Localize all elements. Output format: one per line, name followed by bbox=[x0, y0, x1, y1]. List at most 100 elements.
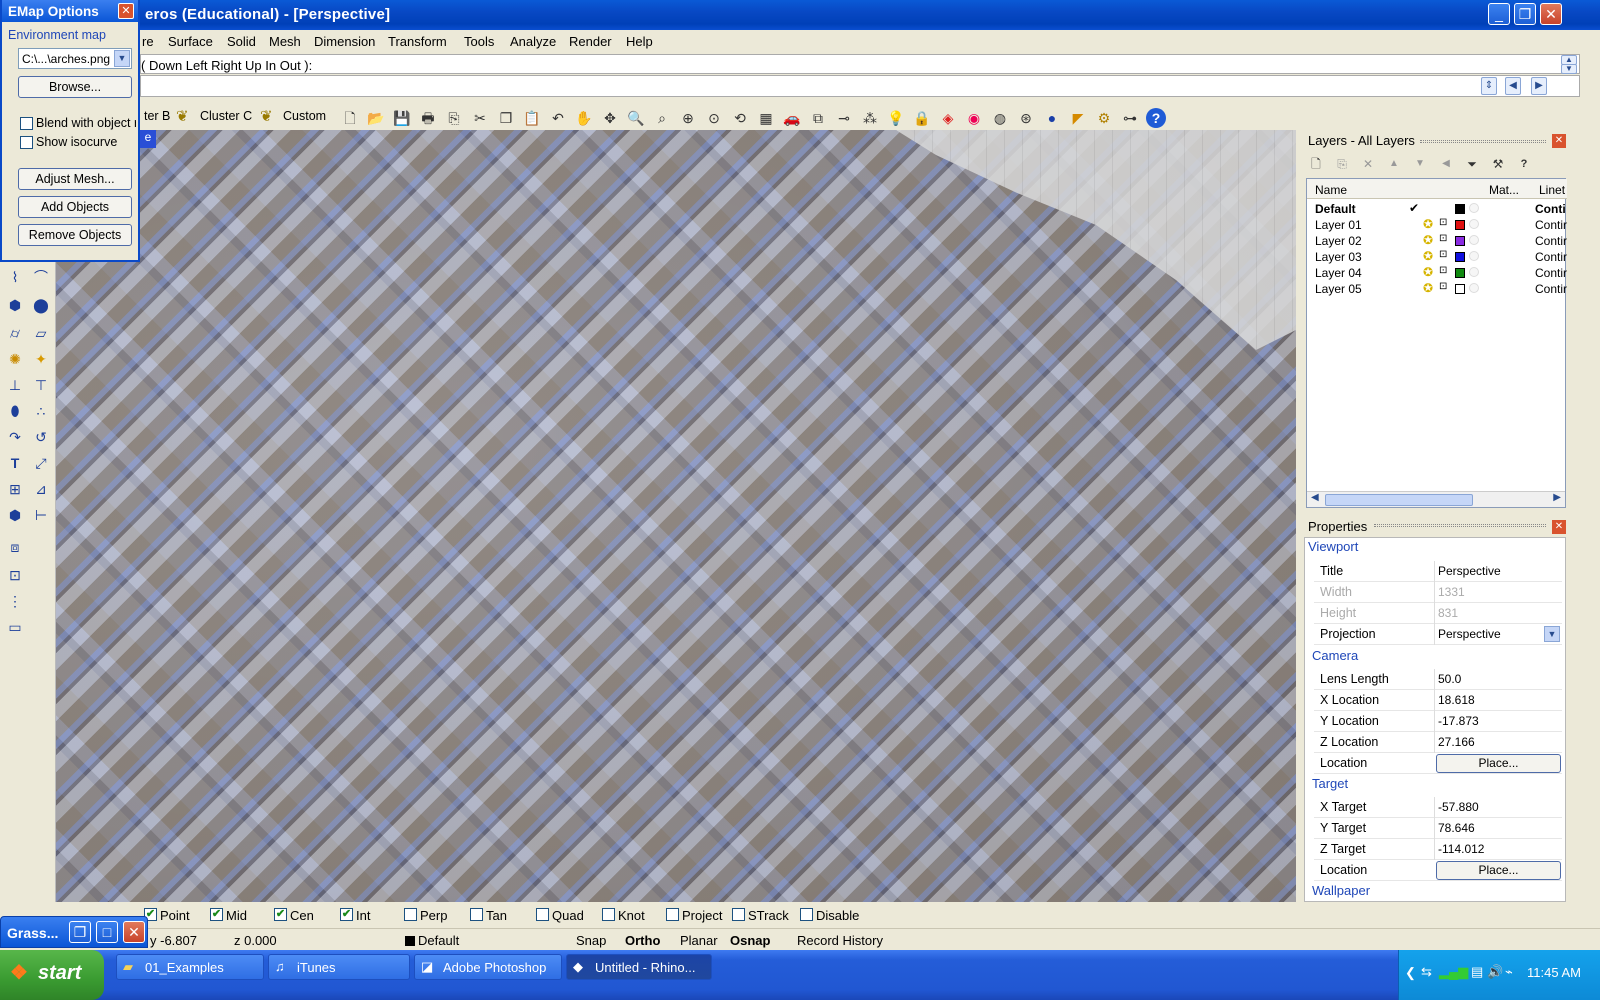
lock-open-icon[interactable]: ⊡ bbox=[1439, 249, 1447, 260]
curve-tool-icon[interactable]: ⌇ bbox=[4, 266, 26, 288]
menu-tools[interactable]: Tools bbox=[464, 34, 494, 49]
new-file-icon[interactable]: 🗋 bbox=[340, 108, 360, 128]
layer-color-swatch[interactable] bbox=[1455, 268, 1465, 278]
layer-color-swatch[interactable] bbox=[1455, 236, 1465, 246]
cut-icon[interactable]: ✂ bbox=[470, 108, 490, 128]
save-icon[interactable]: 💾 bbox=[392, 108, 412, 128]
mesh-sphere-icon[interactable]: ⊛ bbox=[1016, 108, 1036, 128]
grasshopper-minimized-window[interactable]: Grass... ❐ □ ✕ bbox=[0, 916, 148, 948]
layers-icon[interactable]: ◈ bbox=[938, 108, 958, 128]
material-swatch-icon[interactable] bbox=[1469, 203, 1479, 213]
tab-cluster-c[interactable]: Cluster C bbox=[200, 109, 252, 123]
y-target-value[interactable]: 78.646 bbox=[1438, 821, 1475, 835]
scroll-right-icon[interactable]: ▶ bbox=[1553, 492, 1561, 503]
trim-tool-icon[interactable]: ⊤ bbox=[30, 374, 52, 396]
dropdown-arrow-icon[interactable]: ▼ bbox=[114, 50, 130, 67]
viewport-layout-icon[interactable]: ▦ bbox=[756, 108, 776, 128]
task-rhino[interactable]: ◆ Untitled - Rhino... bbox=[566, 954, 712, 980]
current-layer-check[interactable]: ✔ bbox=[1409, 201, 1419, 215]
command-prev-icon[interactable]: ◀ bbox=[1505, 77, 1521, 95]
status-layer[interactable]: Default bbox=[418, 933, 459, 948]
new-sublayer-icon[interactable]: ⎘ bbox=[1332, 154, 1352, 174]
planar-toggle[interactable]: Planar bbox=[680, 933, 718, 948]
grid-tool-icon[interactable]: ⊡ bbox=[4, 564, 26, 586]
task-photoshop[interactable]: ◪ Adobe Photoshop bbox=[414, 954, 562, 980]
browse-button[interactable]: Browse... bbox=[18, 76, 132, 98]
object-snap-icon[interactable]: ⊸ bbox=[834, 108, 854, 128]
start-button[interactable]: ❖ start bbox=[0, 950, 104, 1000]
move-parent-icon[interactable]: ◀ bbox=[1436, 154, 1456, 174]
menu-dimension[interactable]: Dimension bbox=[314, 34, 375, 49]
material-swatch-icon[interactable] bbox=[1469, 235, 1479, 245]
scale-tool-icon[interactable]: ⤢ bbox=[30, 452, 52, 474]
task-examples[interactable]: ▰ 01_Examples bbox=[116, 954, 264, 980]
menu-analyze[interactable]: Analyze bbox=[510, 34, 556, 49]
osnap-disable-checkbox[interactable] bbox=[800, 908, 813, 921]
isocurve-checkbox[interactable] bbox=[20, 136, 33, 149]
target-place-button[interactable]: Place... bbox=[1436, 861, 1561, 880]
snap-toggle[interactable]: Snap bbox=[576, 933, 606, 948]
cylinder-tool-icon[interactable]: ⌭ bbox=[4, 322, 26, 344]
solid-box-icon[interactable]: ⬢ bbox=[4, 504, 26, 526]
tray-expand-icon[interactable]: ❮ bbox=[1405, 965, 1416, 981]
layers-hscrollbar[interactable]: ◀ ▶ bbox=[1307, 491, 1565, 507]
surface-tool-icon[interactable]: ▱ bbox=[30, 322, 52, 344]
menu-render[interactable]: Render bbox=[569, 34, 612, 49]
panel-grip[interactable] bbox=[1374, 524, 1546, 527]
layer-color-swatch[interactable] bbox=[1455, 204, 1465, 214]
osnap-mid-checkbox[interactable]: ✔ bbox=[210, 908, 223, 921]
gear-tool-icon[interactable]: ✺ bbox=[4, 348, 26, 370]
osnap-knot-checkbox[interactable] bbox=[602, 908, 615, 921]
minimize-button[interactable]: _ bbox=[1488, 3, 1510, 25]
paste-icon[interactable]: 📋 bbox=[522, 108, 542, 128]
display-icon[interactable]: ▤ bbox=[1471, 964, 1483, 980]
move-icon[interactable]: ✥ bbox=[600, 108, 620, 128]
move-up-icon[interactable]: ▲ bbox=[1384, 154, 1404, 174]
open-file-icon[interactable]: 📂 bbox=[366, 108, 386, 128]
rotate-view-icon[interactable]: ⟲ bbox=[730, 108, 750, 128]
layer-linetype[interactable]: Conti bbox=[1535, 202, 1566, 216]
blend-checkbox[interactable] bbox=[20, 117, 33, 130]
osnap-project-checkbox[interactable] bbox=[666, 908, 679, 921]
emap-close-icon[interactable]: ✕ bbox=[118, 3, 134, 19]
projection-dropdown-icon[interactable]: ▼ bbox=[1544, 626, 1560, 642]
layers-close-icon[interactable]: ✕ bbox=[1552, 134, 1566, 148]
column-material[interactable]: Mat... bbox=[1489, 183, 1519, 197]
color-wheel-icon[interactable]: ◉ bbox=[964, 108, 984, 128]
osnap-perp-checkbox[interactable] bbox=[404, 908, 417, 921]
explode-tool-icon[interactable]: ✦ bbox=[30, 348, 52, 370]
x-location-value[interactable]: 18.618 bbox=[1438, 693, 1475, 707]
zoom-icon[interactable]: 🔍 bbox=[626, 108, 646, 128]
fillet-tool-icon[interactable]: ↷ bbox=[4, 426, 26, 448]
z-target-value[interactable]: -114.012 bbox=[1438, 842, 1484, 856]
box-tool-icon[interactable]: ⬢ bbox=[4, 294, 26, 316]
lock-open-icon[interactable]: ⊡ bbox=[1439, 265, 1447, 276]
layer-linetype[interactable]: Contir bbox=[1535, 266, 1567, 280]
camera-place-button[interactable]: Place... bbox=[1436, 754, 1561, 773]
menu-mesh[interactable]: Mesh bbox=[269, 34, 301, 49]
osnap-tan-checkbox[interactable] bbox=[470, 908, 483, 921]
clock[interactable]: 11:45 AM bbox=[1527, 965, 1581, 980]
layer-row[interactable]: Default ✔ Conti bbox=[1307, 201, 1567, 217]
signal-icon[interactable]: ▂▄▆ bbox=[1439, 964, 1468, 980]
light-bulb-icon[interactable]: ✪ bbox=[1423, 281, 1433, 295]
ortho-toggle[interactable]: Ortho bbox=[625, 933, 660, 948]
material-swatch-icon[interactable] bbox=[1469, 219, 1479, 229]
layer-linetype[interactable]: Contir bbox=[1535, 234, 1567, 248]
column-name[interactable]: Name bbox=[1315, 183, 1347, 197]
zoom-window-icon[interactable]: ⌕ bbox=[652, 108, 672, 128]
print-icon[interactable]: 🖶 bbox=[418, 108, 438, 128]
command-input[interactable]: ⇕ ◀ ▶ bbox=[140, 75, 1580, 97]
lens-length-value[interactable]: 50.0 bbox=[1438, 672, 1461, 686]
points-vertical-icon[interactable]: ⋮ bbox=[4, 590, 26, 612]
light-bulb-icon[interactable]: ✪ bbox=[1423, 265, 1433, 279]
device-icon[interactable]: ⌁ bbox=[1505, 964, 1513, 980]
tab-custom[interactable]: Custom bbox=[283, 109, 326, 123]
perspective-viewport[interactable]: e bbox=[56, 130, 1296, 902]
restore-icon[interactable]: ❐ bbox=[69, 921, 91, 943]
y-location-value[interactable]: -17.873 bbox=[1438, 714, 1479, 728]
layer-color-swatch[interactable] bbox=[1455, 220, 1465, 230]
chamfer-tool-icon[interactable]: ↺ bbox=[30, 426, 52, 448]
projection-select[interactable]: Perspective bbox=[1438, 627, 1501, 641]
network-icon[interactable]: ⇆ bbox=[1421, 964, 1432, 980]
